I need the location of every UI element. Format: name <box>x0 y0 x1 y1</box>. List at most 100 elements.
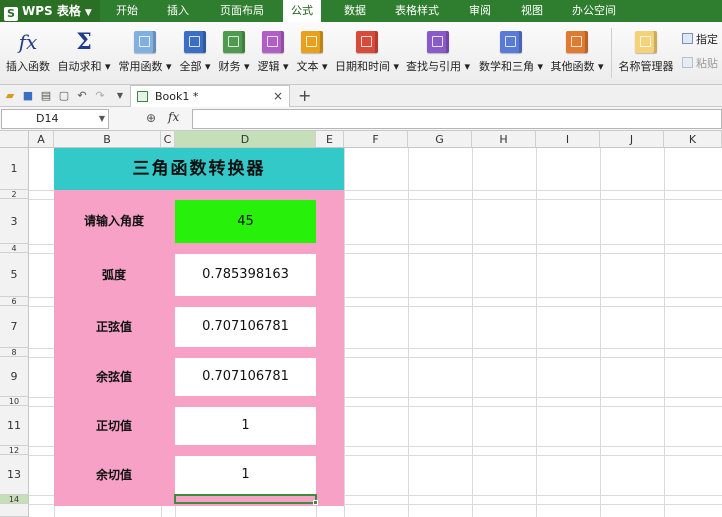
save-icon[interactable]: ■ <box>21 89 35 103</box>
tab-page-layout[interactable]: 页面布局 <box>220 0 264 22</box>
date-time-functions-button[interactable]: 日期和时间 ▾ <box>334 22 400 82</box>
row-header-1[interactable]: 1 <box>0 148 29 190</box>
angle-label[interactable]: 请输入角度 <box>54 199 174 244</box>
common-functions-button[interactable]: 常用函数 ▾ <box>117 22 173 82</box>
button-label: 自动求和 ▾ <box>57 60 111 73</box>
spreadsheet-icon <box>137 91 148 102</box>
column-header-f[interactable]: F <box>344 131 408 148</box>
sine-label[interactable]: 正弦值 <box>54 306 174 348</box>
column-header-e[interactable]: E <box>316 131 344 148</box>
row-header-11[interactable]: 11 <box>0 406 29 446</box>
tab-home[interactable]: 开始 <box>116 0 138 22</box>
button-label: 逻辑 ▾ <box>257 60 289 73</box>
row-header-3[interactable]: 3 <box>0 199 29 244</box>
tab-insert[interactable]: 插入 <box>167 0 189 22</box>
column-header-b[interactable]: B <box>54 131 161 148</box>
cosine-label[interactable]: 余弦值 <box>54 357 174 397</box>
converter-title[interactable]: 三角函数转换器 <box>54 148 344 190</box>
function-fx-icon: fx <box>18 30 38 54</box>
row-header-4[interactable]: 4 <box>0 244 29 253</box>
logical-functions-button[interactable]: 逻辑 ▾ <box>255 22 291 82</box>
fill-handle[interactable] <box>313 500 318 505</box>
row-header-8[interactable]: 8 <box>0 348 29 357</box>
print-icon[interactable]: ▤ <box>39 89 53 103</box>
row-header-10[interactable]: 10 <box>0 397 29 406</box>
row-header-9[interactable]: 9 <box>0 357 29 397</box>
button-label: 其他函数 ▾ <box>550 60 604 73</box>
close-tab-icon[interactable]: × <box>273 89 283 103</box>
new-tab-button[interactable]: + <box>298 86 311 105</box>
angle-input-cell[interactable]: 45 <box>175 200 316 243</box>
tab-table-style[interactable]: 表格样式 <box>395 0 439 22</box>
all-functions-button[interactable]: 全部 ▾ <box>177 22 213 82</box>
zoom-icon[interactable]: ⊕ <box>146 111 156 125</box>
book-icon <box>223 31 245 53</box>
gridline <box>472 148 473 517</box>
row-header-13[interactable]: 13 <box>0 455 29 495</box>
row-header-2[interactable]: 2 <box>0 190 29 199</box>
column-header-k[interactable]: K <box>664 131 722 148</box>
tangent-label[interactable]: 正切值 <box>54 406 174 446</box>
row-header-15[interactable] <box>0 504 29 517</box>
row-header-12[interactable]: 12 <box>0 446 29 455</box>
formula-input[interactable] <box>192 109 722 129</box>
tab-office-space[interactable]: 办公空间 <box>572 0 616 22</box>
text-functions-button[interactable]: 文本 ▾ <box>294 22 330 82</box>
select-all-corner[interactable] <box>0 131 29 148</box>
tab-data[interactable]: 数据 <box>344 0 366 22</box>
redo-icon[interactable]: ↷ <box>93 89 107 103</box>
cotangent-label[interactable]: 余切值 <box>54 455 174 495</box>
define-name-button[interactable]: 指定 <box>682 31 718 47</box>
radian-label[interactable]: 弧度 <box>54 253 174 297</box>
row-header-7[interactable]: 7 <box>0 306 29 348</box>
fx-icon[interactable]: fx <box>168 110 179 124</box>
name-box-value: D14 <box>36 112 59 125</box>
financial-functions-button[interactable]: 财务 ▾ <box>216 22 252 82</box>
column-header-c[interactable]: C <box>161 131 175 148</box>
ribbon-separator <box>611 28 612 78</box>
cotangent-value-cell[interactable]: 1 <box>175 456 316 494</box>
sine-value-cell[interactable]: 0.707106781 <box>175 307 316 347</box>
autosum-button[interactable]: Σ 自动求和 ▾ <box>56 22 112 82</box>
open-folder-icon[interactable]: ▰ <box>3 89 17 103</box>
radian-value-cell[interactable]: 0.785398163 <box>175 254 316 296</box>
column-header-j[interactable]: J <box>600 131 664 148</box>
tangent-value-cell[interactable]: 1 <box>175 407 316 445</box>
tab-review[interactable]: 审阅 <box>469 0 491 22</box>
other-functions-button[interactable]: 其他函数 ▾ <box>548 22 606 82</box>
name-manager-button[interactable]: 名称管理器 <box>616 22 676 82</box>
app-name: WPS 表格 <box>22 4 81 18</box>
tab-view[interactable]: 视图 <box>521 0 543 22</box>
row-header-6[interactable]: 6 <box>0 297 29 306</box>
button-label: 指定 <box>696 33 718 46</box>
column-header-h[interactable]: H <box>472 131 536 148</box>
row-header-5[interactable]: 5 <box>0 253 29 297</box>
column-header-g[interactable]: G <box>408 131 472 148</box>
button-label: 常用函数 ▾ <box>118 60 172 73</box>
column-header-i[interactable]: I <box>536 131 600 148</box>
ribbon-formulas: fx 插入函数 Σ 自动求和 ▾ 常用函数 ▾ 全部 ▾ 财务 ▾ 逻辑 ▾ 文… <box>0 22 722 85</box>
customize-toolbar-icon[interactable]: ▼ <box>113 89 127 103</box>
tab-formulas[interactable]: 公式 <box>283 0 321 22</box>
row-header-14[interactable]: 14 <box>0 495 29 504</box>
book-icon <box>262 31 284 53</box>
paste-name-button[interactable]: 粘贴 <box>682 55 718 71</box>
chevron-down-icon[interactable]: ▼ <box>99 110 105 128</box>
document-tab[interactable]: Book1 * × <box>130 85 290 107</box>
chevron-down-icon: ▼ <box>84 8 92 18</box>
column-header-d[interactable]: D <box>175 131 316 148</box>
quick-access-toolbar: ▰ ■ ▤ ▢ ↶ ↷ ▼ Book1 * × + <box>0 85 722 107</box>
spreadsheet-grid[interactable]: A B C D E F G H I J K 1 2 3 4 5 6 7 8 9 … <box>0 131 722 517</box>
name-box[interactable]: D14 ▼ <box>1 109 109 129</box>
app-logo-button[interactable]: S WPS 表格 ▼ <box>0 0 100 22</box>
insert-function-button[interactable]: fx 插入函数 <box>4 22 52 82</box>
lookup-reference-button[interactable]: 查找与引用 ▾ <box>404 22 472 82</box>
undo-icon[interactable]: ↶ <box>75 89 89 103</box>
menu-bar: S WPS 表格 ▼ 开始 插入 页面布局 公式 数据 表格样式 审阅 视图 办公空… <box>0 0 722 22</box>
print-preview-icon[interactable]: ▢ <box>57 89 71 103</box>
column-header-a[interactable]: A <box>29 131 54 148</box>
cosine-value-cell[interactable]: 0.707106781 <box>175 358 316 396</box>
active-cell-d14[interactable] <box>174 494 317 504</box>
sigma-icon: Σ <box>76 29 92 55</box>
math-trig-button[interactable]: 数学和三角 ▾ <box>476 22 546 82</box>
